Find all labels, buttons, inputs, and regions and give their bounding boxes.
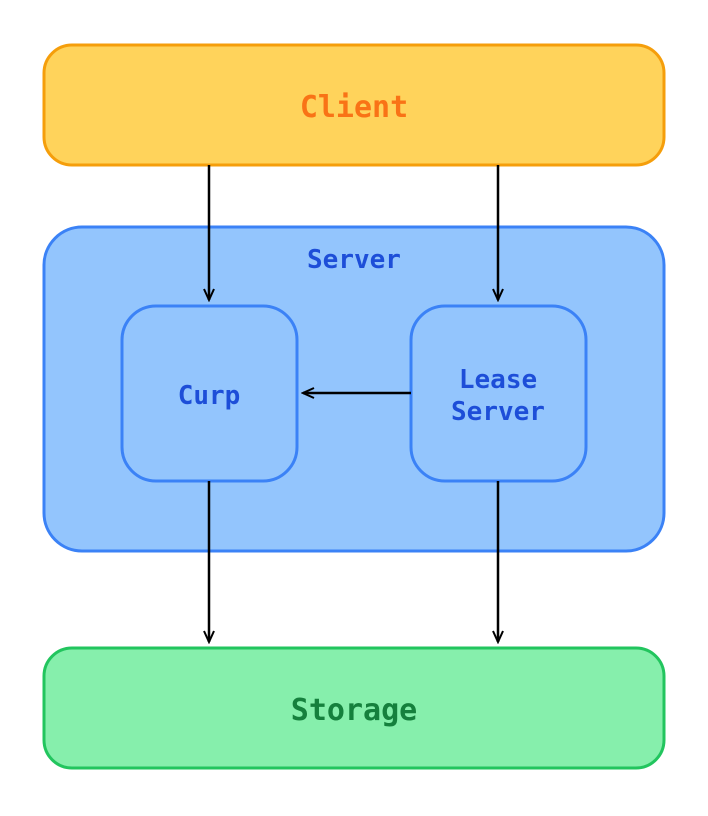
client-label: Client <box>300 90 408 125</box>
lease-server-label-line1: Lease <box>459 365 537 395</box>
lease-server-label-line2: Server <box>451 397 545 427</box>
server-label: Server <box>307 245 401 275</box>
storage-node: Storage <box>44 648 664 768</box>
architecture-diagram: Client Server Curp Lease Server Storage <box>0 0 708 816</box>
curp-label: Curp <box>178 381 241 411</box>
storage-label: Storage <box>291 693 417 728</box>
curp-node: Curp <box>122 306 297 481</box>
client-node: Client <box>44 45 664 165</box>
server-node: Server Curp Lease Server <box>44 227 664 551</box>
lease-server-node: Lease Server <box>411 306 586 481</box>
